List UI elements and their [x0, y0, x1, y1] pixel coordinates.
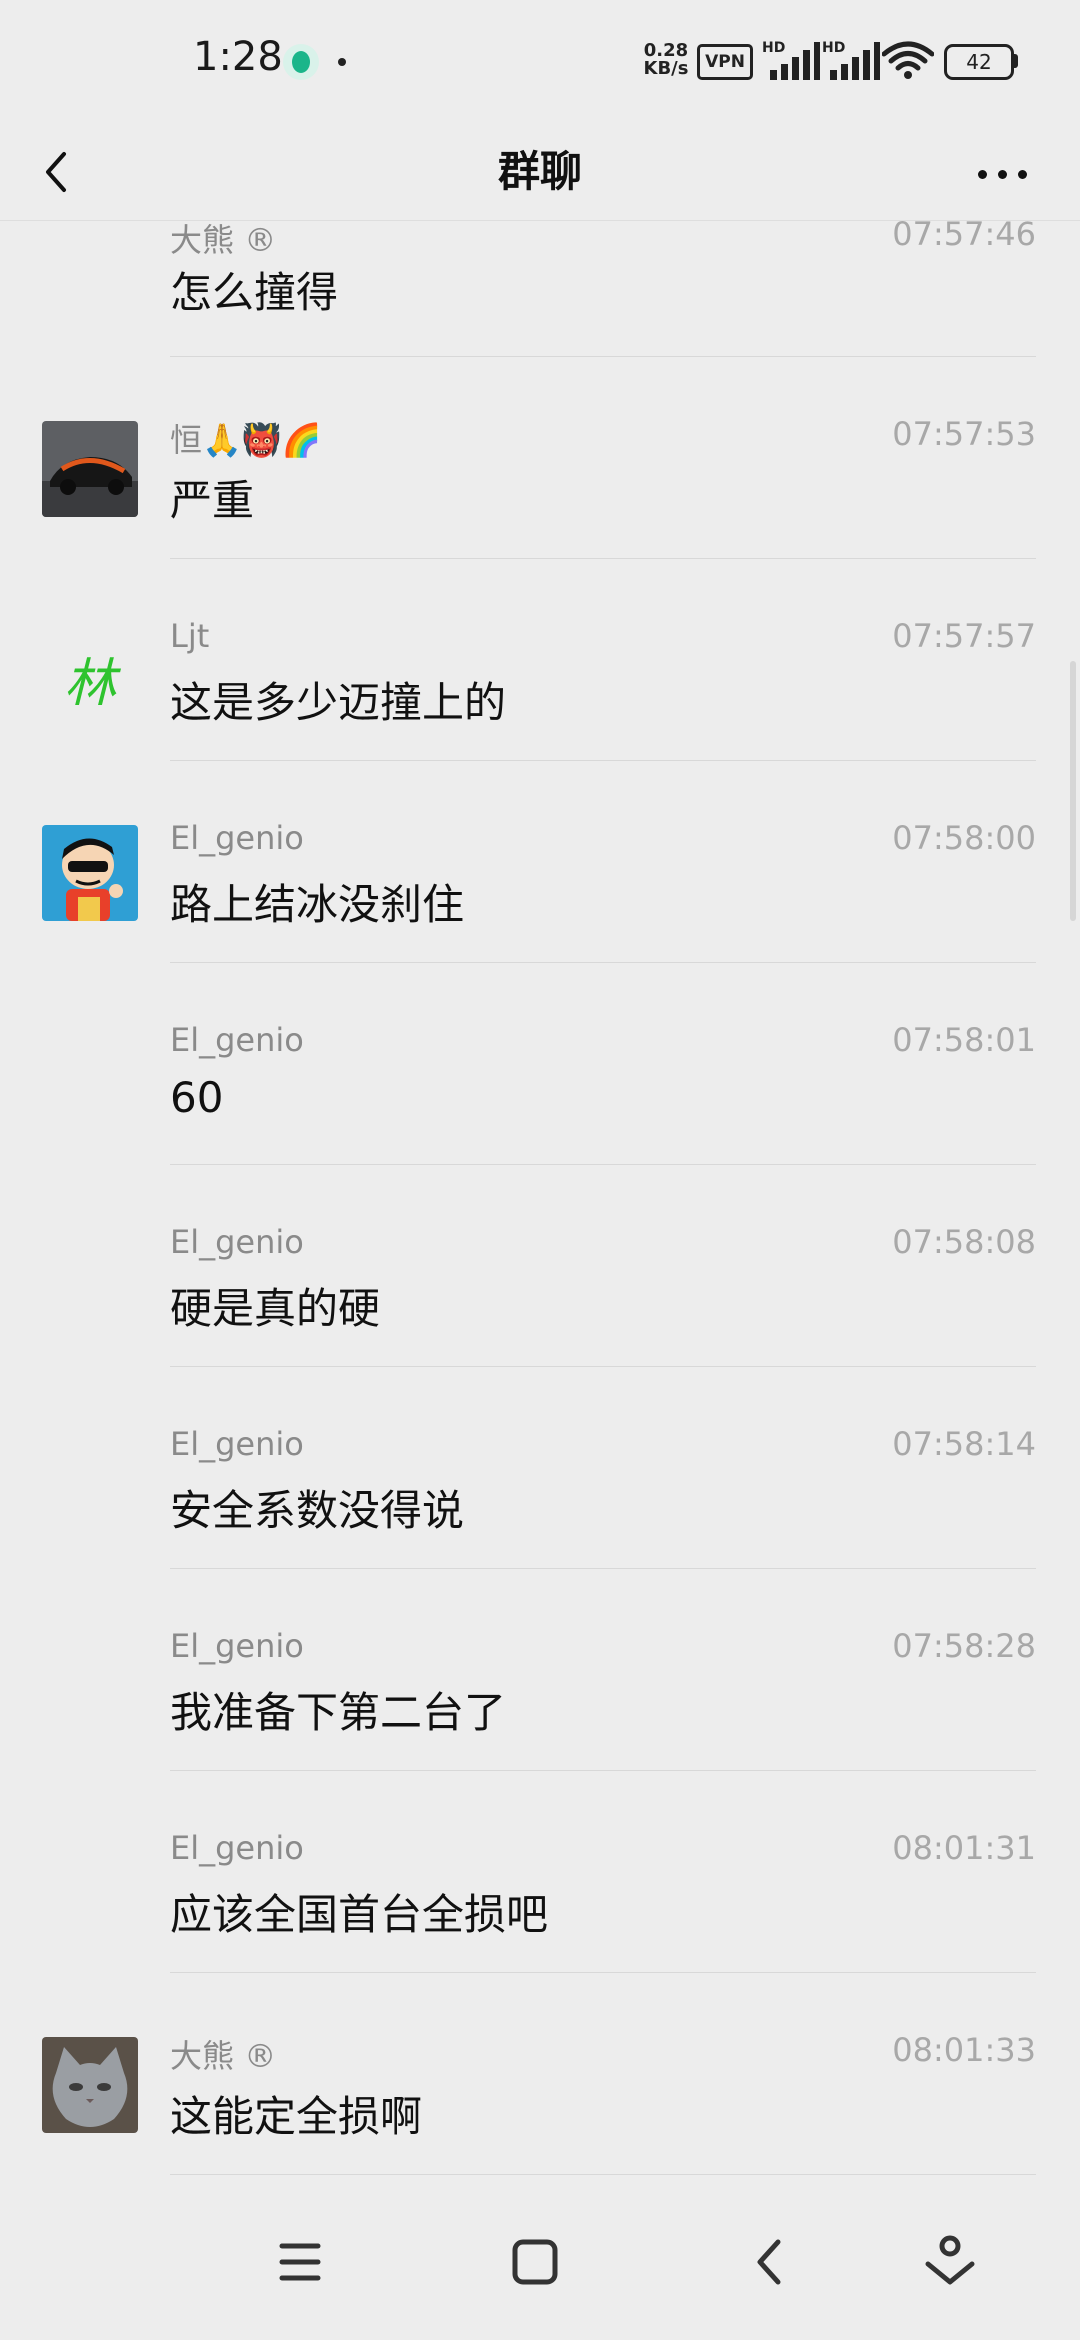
cat-avatar-image: [42, 2037, 138, 2133]
chevron-left-icon: [46, 152, 66, 192]
message-item[interactable]: 林 Ljt 07:57:57 这是多少迈撞上的: [0, 559, 1080, 761]
more-notifications-dot: [338, 58, 346, 66]
message-time: 07:58:08: [892, 1223, 1036, 1261]
menu-button[interactable]: [260, 2222, 340, 2302]
wifi-icon: [882, 41, 934, 79]
message-text: 我准备下第二台了: [170, 1688, 507, 1737]
sender-name: 大熊: [170, 221, 235, 259]
registered-mark: ®: [244, 221, 277, 259]
message-sender: El_genio: [170, 1627, 304, 1665]
message-time: 07:57:53: [892, 415, 1036, 453]
avatar-glyph: 林: [64, 654, 117, 714]
signal-1-icon: HD: [762, 40, 820, 80]
message-time: 08:01:31: [892, 1829, 1036, 1867]
message-sender: 恒🙏👹🌈: [170, 421, 322, 459]
message-sender: Ljt: [170, 617, 210, 655]
message-sender: 大熊 ®: [170, 221, 276, 261]
hd-label: HD: [762, 40, 786, 56]
message-text: 路上结冰没刹住: [170, 880, 465, 929]
back-button[interactable]: [26, 142, 86, 202]
message-time: 07:58:28: [892, 1627, 1036, 1665]
scrollbar[interactable]: [1070, 661, 1076, 921]
sender-name: 大熊: [170, 2037, 235, 2075]
hd-label: HD: [822, 40, 846, 56]
message-divider: [170, 2174, 1036, 2175]
vpn-badge: VPN: [697, 44, 753, 80]
message-list[interactable]: 大熊 ® 07:57:46 怎么撞得 恒🙏👹🌈 07:57:53 严重 林 Lj…: [0, 221, 1080, 2180]
message-text: 安全系数没得说: [170, 1486, 465, 1535]
message-item[interactable]: El_genio 07:58:08 硬是真的硬: [0, 1165, 1080, 1367]
message-text: 硬是真的硬: [170, 1284, 381, 1333]
battery-tip: [1013, 54, 1018, 68]
message-item[interactable]: El_genio 07:58:28 我准备下第二台了: [0, 1569, 1080, 1771]
message-item[interactable]: 恒🙏👹🌈 07:57:53 严重: [0, 357, 1080, 559]
message-text: 严重: [170, 476, 255, 525]
message-time: 07:58:14: [892, 1425, 1036, 1463]
message-text: 60: [170, 1073, 224, 1122]
chat-header: 群聊: [0, 124, 1080, 221]
message-item[interactable]: 大熊 ® 08:01:33 这能定全损啊: [0, 1973, 1080, 2175]
message-text: 这能定全损啊: [170, 2092, 423, 2141]
chat-title: 群聊: [497, 147, 582, 196]
avatar[interactable]: [42, 421, 138, 517]
message-item[interactable]: El_genio 07:58:00 路上结冰没刹住: [0, 761, 1080, 963]
status-bar: 1:28 0.28 KB/s VPN HD HD 42: [0, 0, 1080, 124]
message-sender: El_genio: [170, 1425, 304, 1463]
app-notification-icon: [283, 44, 319, 80]
message-text: 怎么撞得: [170, 268, 339, 317]
message-sender: El_genio: [170, 1021, 304, 1059]
cartoon-avatar-image: [42, 825, 138, 921]
assistant-button[interactable]: [910, 2222, 990, 2302]
message-sender: El_genio: [170, 1829, 304, 1867]
message-time: 07:58:01: [892, 1021, 1036, 1059]
message-item[interactable]: El_genio 08:01:31 应该全国首台全损吧: [0, 1771, 1080, 1973]
more-dots-icon: [998, 170, 1007, 179]
home-button[interactable]: [495, 2222, 575, 2302]
message-time: 08:01:33: [892, 2031, 1036, 2069]
status-time: 1:28: [193, 34, 283, 80]
menu-icon: [279, 2243, 321, 2281]
message-item[interactable]: El_genio 07:58:01 60: [0, 963, 1080, 1165]
avatar[interactable]: 林: [42, 623, 138, 719]
more-dots-icon: [978, 170, 987, 179]
message-time: 07:57:46: [892, 221, 1036, 253]
system-navigation-bar: [0, 2180, 1080, 2340]
signal-2-icon: HD: [822, 40, 880, 80]
avatar[interactable]: [42, 825, 138, 921]
avatar[interactable]: [42, 2037, 138, 2133]
network-speed: 0.28 KB/s: [636, 42, 696, 78]
battery-indicator: 42: [944, 44, 1014, 80]
message-sender: El_genio: [170, 1223, 304, 1261]
message-text: 这是多少迈撞上的: [170, 678, 507, 727]
assistant-icon: [925, 2235, 975, 2285]
more-options-button[interactable]: [968, 142, 1038, 202]
message-text: 应该全国首台全损吧: [170, 1890, 549, 1939]
message-time: 07:57:57: [892, 617, 1036, 655]
message-sender: El_genio: [170, 819, 304, 857]
registered-mark: ®: [244, 2037, 277, 2075]
home-square-icon: [512, 2239, 558, 2285]
message-item[interactable]: El_genio 07:58:14 安全系数没得说: [0, 1367, 1080, 1569]
network-speed-unit: KB/s: [643, 58, 689, 79]
message-time: 07:58:00: [892, 819, 1036, 857]
message-sender: 大熊 ®: [170, 2031, 276, 2077]
more-dots-icon: [1018, 170, 1027, 179]
message-item[interactable]: 大熊 ® 07:57:46 怎么撞得: [0, 221, 1080, 357]
car-avatar-image: [42, 421, 138, 517]
system-back-button[interactable]: [730, 2222, 810, 2302]
system-back-icon: [757, 2239, 781, 2285]
